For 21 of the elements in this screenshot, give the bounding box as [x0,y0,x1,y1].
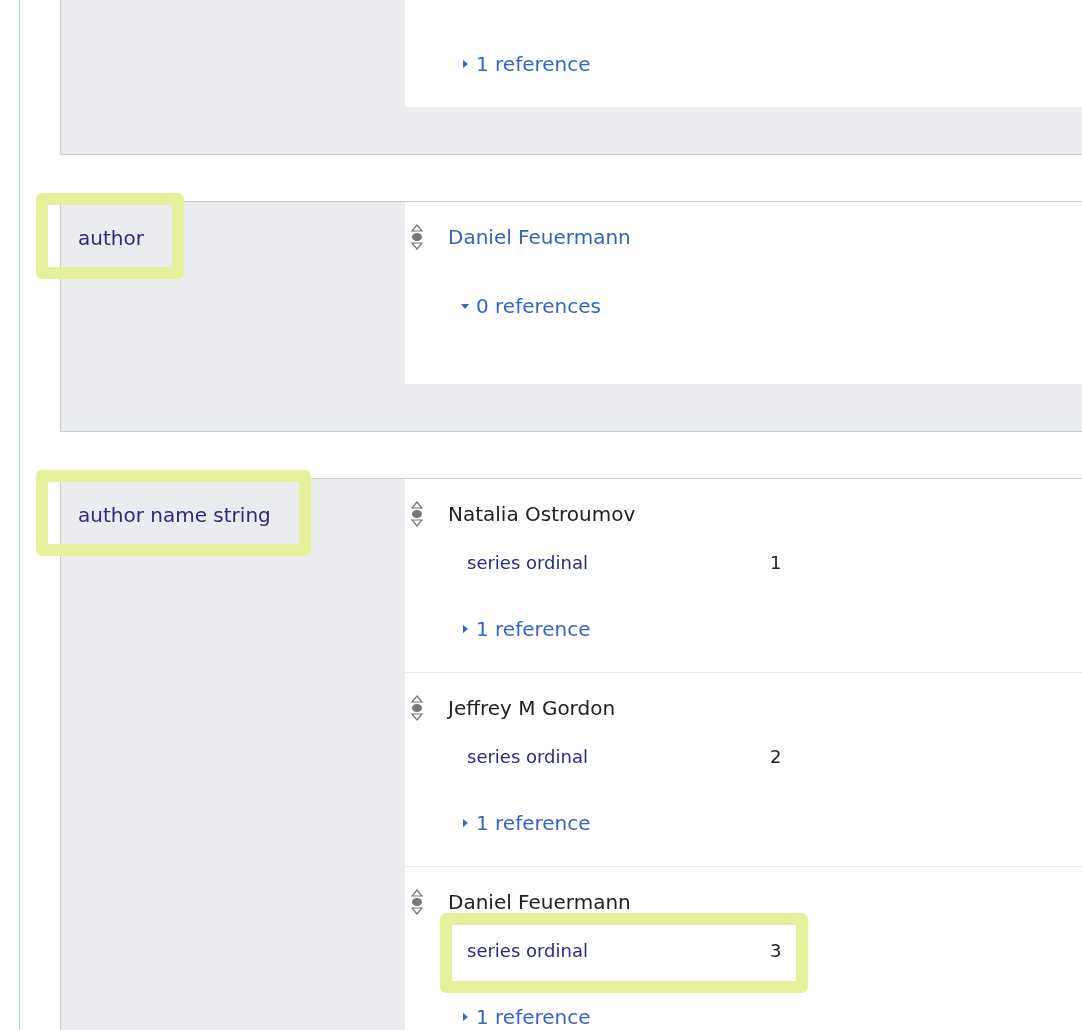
value-link[interactable]: Daniel Feuermann [448,224,631,250]
value-text: Jeffrey M Gordon [448,695,616,721]
qualifier-link[interactable]: series ordinal [467,745,770,767]
rank-icon[interactable] [410,889,424,915]
qualifier-value: 1 [770,551,782,573]
qualifier-value: 2 [770,745,782,767]
value-text: Natalia Ostroumov [448,501,636,527]
references-toggle[interactable]: 1 reference [460,51,591,77]
rank-icon[interactable] [410,224,424,250]
value-text: Daniel Feuermann [448,889,631,915]
qualifier-value: 3 [770,939,782,961]
references-toggle[interactable]: 1 reference [460,810,591,836]
references-toggle[interactable]: 1 reference [460,616,591,642]
references-toggle[interactable]: 1 reference [460,1004,591,1030]
rank-icon[interactable] [410,501,424,527]
property-link[interactable]: author name string [78,503,271,527]
property-link[interactable]: author [78,226,144,250]
qualifier-link[interactable]: series ordinal [467,939,770,961]
rank-icon[interactable] [410,695,424,721]
qualifier-link[interactable]: series ordinal [467,551,770,573]
references-toggle[interactable]: 0 references [460,293,601,319]
